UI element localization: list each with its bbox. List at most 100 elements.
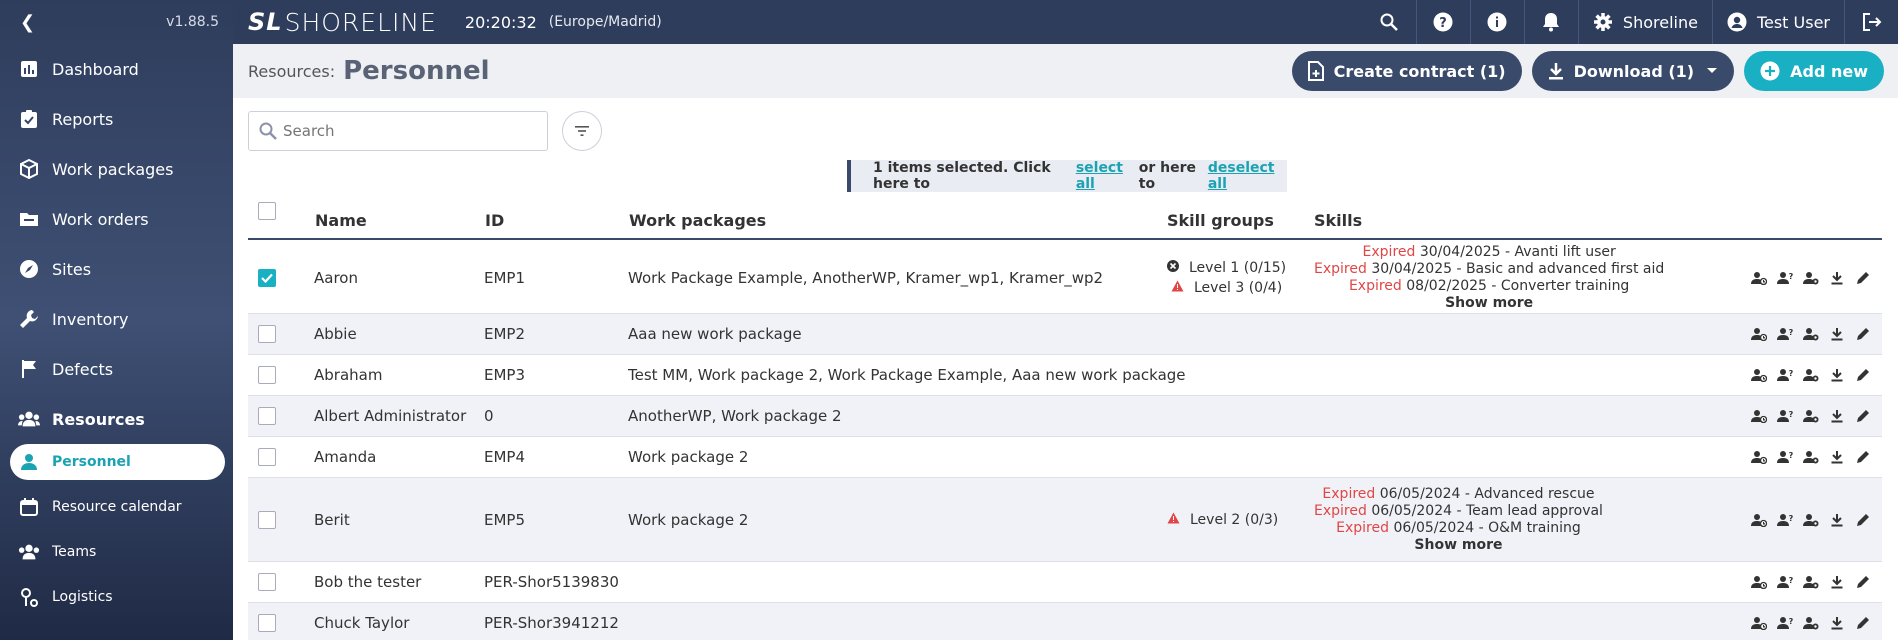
user-clock-icon[interactable] [1750, 269, 1768, 287]
column-skill-groups[interactable]: Skill groups [1167, 202, 1274, 238]
pencil-icon[interactable] [1854, 407, 1872, 425]
logout-icon[interactable] [1844, 0, 1898, 44]
show-more-link[interactable]: Show more [1445, 295, 1533, 312]
sidebar-item-label: Inventory [52, 309, 129, 329]
bell-icon[interactable] [1523, 0, 1578, 44]
search-input[interactable] [283, 122, 533, 140]
skill-group-label: Level 3 (0/4) [1193, 280, 1283, 296]
search-icon[interactable] [1362, 0, 1416, 44]
sidebar-item-inventory[interactable]: Inventory [0, 294, 233, 344]
add-new-button[interactable]: Add new [1744, 51, 1884, 91]
table-row[interactable]: Abbie EMP2 Aaa new work package? [248, 314, 1882, 355]
pencil-icon[interactable] [1854, 614, 1872, 632]
user-question-icon[interactable]: ? [1776, 614, 1794, 632]
table-row[interactable]: Albert Administrator 0 AnotherWP, Work pac… [248, 396, 1882, 437]
info-icon[interactable] [1469, 0, 1524, 44]
table-row[interactable]: Berit EMP5 Work package 2 Level 2 (0/3) Expi… [248, 478, 1882, 562]
table-row[interactable]: Abraham EMP3 Test MM, Work package 2, Work… [248, 355, 1882, 396]
column-work-packages[interactable]: Work packages [629, 202, 766, 238]
user-clock-icon[interactable] [1750, 325, 1768, 343]
pencil-icon[interactable] [1854, 511, 1872, 529]
user-settings-icon[interactable] [1802, 407, 1820, 425]
pencil-icon[interactable] [1854, 366, 1872, 384]
user-question-icon[interactable]: ? [1776, 366, 1794, 384]
user-settings-icon[interactable] [1802, 573, 1820, 591]
user-clock-icon[interactable] [1750, 511, 1768, 529]
sidebar-item-personnel[interactable]: Personnel [10, 444, 225, 480]
skill-text: 30/04/2025 - Basic and advanced first ai… [1371, 261, 1665, 277]
sidebar-item-resource-calendar[interactable]: Resource calendar [0, 484, 233, 529]
filter-button[interactable] [562, 111, 602, 151]
user-clock-icon[interactable] [1750, 573, 1768, 591]
sidebar-item-teams[interactable]: Teams [0, 529, 233, 574]
user-settings-icon[interactable] [1802, 614, 1820, 632]
show-more-link[interactable]: Show more [1414, 537, 1502, 554]
user-clock-icon[interactable] [1750, 366, 1768, 384]
row-checkbox[interactable] [258, 614, 276, 632]
collapse-sidebar-icon[interactable]: ❮ [20, 12, 35, 33]
user-question-icon[interactable]: ? [1776, 269, 1794, 287]
user-menu-button[interactable]: Test User [1711, 0, 1844, 44]
sidebar-item-sites[interactable]: Sites [0, 244, 233, 294]
download-icon[interactable] [1828, 325, 1846, 343]
organization-button[interactable]: Shoreline [1577, 0, 1712, 44]
column-id[interactable]: ID [485, 202, 504, 238]
help-icon[interactable]: ? [1415, 0, 1470, 44]
user-question-icon[interactable]: ? [1776, 407, 1794, 425]
download-icon[interactable] [1828, 573, 1846, 591]
download-icon[interactable] [1828, 366, 1846, 384]
row-checkbox[interactable] [258, 407, 276, 425]
search-box[interactable] [248, 111, 548, 151]
sidebar-item-dashboard[interactable]: Dashboard [0, 44, 233, 94]
download-icon[interactable] [1828, 511, 1846, 529]
download-button[interactable]: Download (1) [1531, 51, 1735, 91]
app-logo[interactable]: SL SHORELINE [248, 8, 437, 37]
row-checkbox[interactable] [258, 573, 276, 591]
table-row[interactable]: Aaron EMP1 Work Package Example, AnotherWP… [248, 243, 1882, 314]
user-question-icon[interactable]: ? [1776, 448, 1794, 466]
sidebar-item-defects[interactable]: Defects [0, 344, 233, 394]
row-checkbox[interactable] [258, 510, 276, 529]
row-checkbox[interactable] [258, 366, 276, 384]
download-icon[interactable] [1828, 614, 1846, 632]
row-name: Aaron [314, 269, 358, 287]
column-name[interactable]: Name [315, 202, 367, 238]
user-settings-icon[interactable] [1802, 366, 1820, 384]
create-contract-button[interactable]: Create contract (1) [1291, 51, 1522, 91]
download-icon[interactable] [1828, 407, 1846, 425]
sidebar-item-label: Teams [52, 543, 97, 560]
table-row[interactable]: Bob the tester PER-Shor5139830? [248, 562, 1882, 603]
select-all-link[interactable]: select all [1076, 160, 1135, 192]
user-clock-icon[interactable] [1750, 407, 1768, 425]
deselect-all-link[interactable]: deselect all [1208, 160, 1283, 192]
row-checkbox[interactable] [258, 448, 276, 466]
pencil-icon[interactable] [1854, 325, 1872, 343]
pencil-icon[interactable] [1854, 269, 1872, 287]
pencil-icon[interactable] [1854, 573, 1872, 591]
user-settings-icon[interactable] [1802, 269, 1820, 287]
sidebar-item-reports[interactable]: Reports [0, 94, 233, 144]
row-name: Albert Administrator [314, 407, 467, 425]
user-question-icon[interactable]: ? [1776, 573, 1794, 591]
row-checkbox[interactable] [258, 325, 276, 343]
column-skills[interactable]: Skills [1314, 202, 1362, 238]
pencil-icon[interactable] [1854, 448, 1872, 466]
svg-text:?: ? [1789, 272, 1793, 281]
sidebar-item-resources[interactable]: Resources [0, 394, 233, 444]
user-clock-icon[interactable] [1750, 448, 1768, 466]
user-settings-icon[interactable] [1802, 448, 1820, 466]
user-settings-icon[interactable] [1802, 511, 1820, 529]
user-question-icon[interactable]: ? [1776, 325, 1794, 343]
sidebar-item-work-orders[interactable]: Work orders [0, 194, 233, 244]
sidebar-item-work-packages[interactable]: Work packages [0, 144, 233, 194]
user-question-icon[interactable]: ? [1776, 511, 1794, 529]
select-all-checkbox[interactable] [258, 202, 276, 220]
user-settings-icon[interactable] [1802, 325, 1820, 343]
user-clock-icon[interactable] [1750, 614, 1768, 632]
table-row[interactable]: Chuck Taylor PER-Shor3941212? [248, 603, 1882, 640]
download-icon[interactable] [1828, 448, 1846, 466]
table-row[interactable]: Amanda EMP4 Work package 2? [248, 437, 1882, 478]
row-checkbox[interactable] [258, 269, 276, 287]
download-icon[interactable] [1828, 269, 1846, 287]
sidebar-item-logistics[interactable]: Logistics [0, 574, 233, 619]
